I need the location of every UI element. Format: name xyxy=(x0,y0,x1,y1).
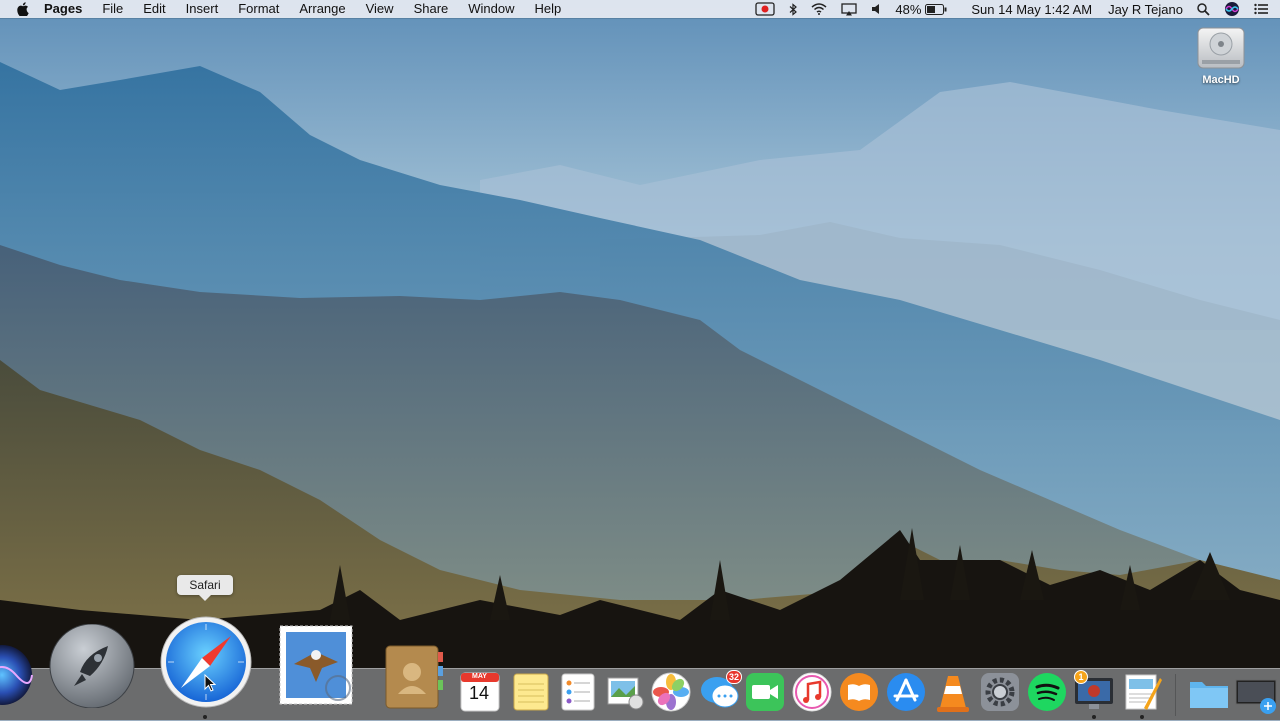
dock-item-contacts[interactable] xyxy=(382,644,446,710)
hard-drive-icon xyxy=(1197,27,1245,69)
dock-item-itunes[interactable] xyxy=(792,672,832,712)
calendar-day: 14 xyxy=(469,683,490,703)
address-book-icon xyxy=(385,645,443,709)
mouse-cursor-icon xyxy=(204,674,216,692)
messages-badge: 32 xyxy=(726,670,743,684)
spotlight-search-icon[interactable] xyxy=(1197,0,1210,18)
stamp-eagle-icon xyxy=(279,625,353,705)
rocket-icon xyxy=(49,624,135,708)
siri-icon[interactable] xyxy=(1224,0,1240,18)
clock[interactable]: Sun 14 May 1:42 AM xyxy=(971,0,1092,18)
desktop-item-label: MacHD xyxy=(1202,74,1240,86)
dock-item-launchpad[interactable] xyxy=(46,624,138,708)
battery-icon[interactable] xyxy=(925,0,947,18)
list-icon xyxy=(561,673,595,711)
dock-item-safari[interactable] xyxy=(157,616,255,708)
wifi-icon[interactable] xyxy=(811,0,827,18)
notes-icon xyxy=(513,673,549,711)
menu-help[interactable]: Help xyxy=(535,0,562,18)
siri-icon xyxy=(0,645,33,705)
dock-item-ibooks[interactable] xyxy=(839,672,879,712)
menu-app-name[interactable]: Pages xyxy=(44,0,82,18)
airplay-icon[interactable] xyxy=(841,0,858,18)
dock-item-facetime[interactable] xyxy=(745,672,785,712)
dock-divider xyxy=(1175,674,1176,716)
menu-window[interactable]: Window xyxy=(468,0,514,18)
desktop-item-machd[interactable]: MacHD xyxy=(1190,24,1252,86)
dock-item-screen-stack[interactable] xyxy=(1234,676,1280,716)
menu-share[interactable]: Share xyxy=(414,0,449,18)
dock-running-indicator xyxy=(203,715,207,719)
notification-center-icon[interactable] xyxy=(1254,0,1268,18)
traffic-cone-icon xyxy=(937,676,969,712)
dock-item-mail[interactable] xyxy=(276,622,356,708)
screenshot-stack-icon xyxy=(1235,679,1277,714)
dock-item-app-store[interactable] xyxy=(886,672,926,712)
dock-item-photo-booth[interactable]: 1 xyxy=(1073,670,1115,712)
photo-slides-icon xyxy=(607,677,644,710)
menu-edit[interactable]: Edit xyxy=(143,0,165,18)
dock-running-indicator xyxy=(1092,715,1096,719)
dock-item-pages[interactable] xyxy=(1122,672,1162,712)
dock-item-preview[interactable] xyxy=(604,672,646,712)
app-store-icon xyxy=(887,673,925,711)
dock-item-calendar[interactable]: MAY 14 xyxy=(460,672,500,712)
flower-icon xyxy=(651,672,691,712)
gear-icon xyxy=(981,673,1019,711)
music-note-icon xyxy=(792,672,832,712)
apple-menu-icon[interactable] xyxy=(12,2,34,16)
pages-icon xyxy=(1125,674,1162,710)
calendar-month: MAY xyxy=(472,673,487,680)
menu-insert[interactable]: Insert xyxy=(186,0,219,18)
dock-item-messages[interactable]: 32 xyxy=(699,670,743,712)
folder-icon xyxy=(1190,682,1228,708)
dock-item-downloads-folder[interactable] xyxy=(1188,674,1230,712)
bluetooth-icon[interactable] xyxy=(789,0,798,18)
dock-running-indicator xyxy=(1140,715,1144,719)
desktop-wallpaper xyxy=(0,0,1280,720)
menu-bar: Pages File Edit Insert Format Arrange Vi… xyxy=(0,0,1280,18)
dock-item-siri[interactable] xyxy=(0,644,34,706)
dock-tooltip: Safari xyxy=(177,575,233,601)
battery-percent[interactable]: 48% xyxy=(895,0,921,18)
dock-item-reminders[interactable] xyxy=(560,672,596,712)
dock-item-vlc[interactable] xyxy=(934,670,972,714)
menu-view[interactable]: View xyxy=(366,0,394,18)
dock-item-notes[interactable] xyxy=(512,672,550,712)
book-icon xyxy=(840,673,878,711)
record-icon[interactable] xyxy=(755,0,776,18)
dock-item-photos[interactable] xyxy=(651,672,691,712)
compass-icon xyxy=(160,616,252,708)
user-name[interactable]: Jay R Tejano xyxy=(1108,0,1183,18)
menu-arrange[interactable]: Arrange xyxy=(299,0,345,18)
volume-icon[interactable] xyxy=(871,0,881,18)
dock-item-spotify[interactable] xyxy=(1027,672,1067,712)
photo-booth-badge: 1 xyxy=(1074,670,1088,684)
video-camera-icon xyxy=(746,673,784,711)
dock-item-system-preferences[interactable] xyxy=(980,672,1020,712)
menu-format[interactable]: Format xyxy=(238,0,279,18)
menu-file[interactable]: File xyxy=(102,0,123,18)
spotify-icon xyxy=(1028,673,1066,711)
